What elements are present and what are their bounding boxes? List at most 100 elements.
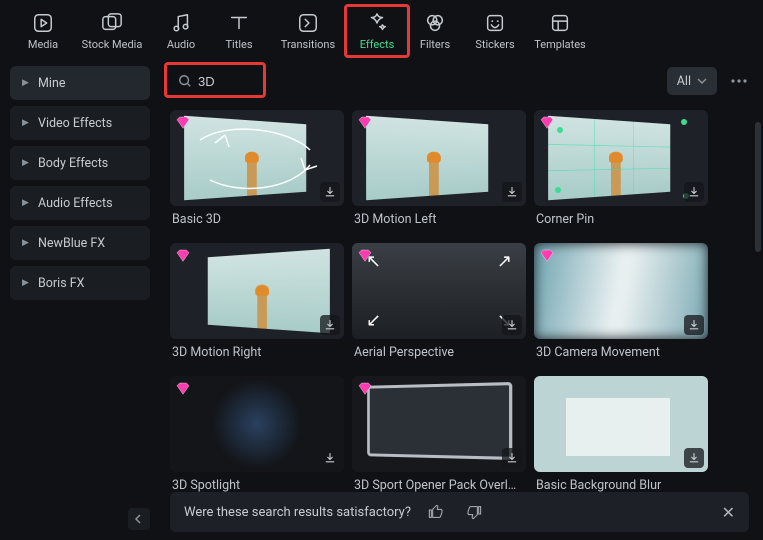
effect-card-corner-pin: Corner Pin — [534, 110, 708, 227]
sidebar-item-newblue-fx[interactable]: ▶ NewBlue FX — [10, 226, 150, 260]
transitions-icon — [297, 12, 319, 34]
effect-thumbnail[interactable] — [352, 376, 526, 472]
download-button[interactable] — [684, 448, 704, 468]
premium-gem-icon — [538, 247, 556, 265]
premium-gem-icon — [356, 380, 374, 398]
effect-card-basic-background-blur: Basic Background Blur — [534, 376, 708, 493]
premium-gem-icon — [174, 380, 192, 398]
effect-thumbnail[interactable]: ↖↗ ↙↘ — [352, 243, 526, 339]
effects-icon — [366, 12, 388, 34]
download-button[interactable] — [502, 448, 522, 468]
feedback-close-button[interactable]: ✕ — [722, 503, 735, 522]
premium-gem-icon — [356, 247, 374, 265]
effect-thumbnail[interactable] — [352, 110, 526, 206]
sidebar-item-body-effects[interactable]: ▶ Body Effects — [10, 146, 150, 180]
effect-title: Aerial Perspective — [352, 345, 526, 360]
nav-stickers[interactable]: Stickers — [464, 8, 526, 54]
filter-dropdown-label: All — [677, 74, 691, 89]
premium-gem-icon — [174, 114, 192, 132]
sidebar-item-label: Body Effects — [38, 156, 108, 171]
nav-templates[interactable]: Templates — [526, 8, 594, 54]
effect-title: 3D Motion Right — [170, 345, 344, 360]
nav-titles[interactable]: Titles — [210, 8, 268, 54]
nav-label: Transitions — [281, 38, 335, 51]
sidebar: ▶ Mine▶ Video Effects▶ Body Effects▶ Aud… — [0, 60, 160, 540]
search-field[interactable] — [170, 66, 262, 96]
effect-thumbnail[interactable] — [170, 243, 344, 339]
feedback-bar: Were these search results satisfactory? … — [170, 492, 749, 532]
collapse-sidebar-button[interactable] — [128, 508, 150, 530]
nav-label: Titles — [225, 38, 252, 51]
chevron-right-icon: ▶ — [22, 278, 28, 288]
download-button[interactable] — [502, 315, 522, 335]
chevron-right-icon: ▶ — [22, 198, 28, 208]
filters-icon — [424, 12, 446, 34]
nav-label: Media — [28, 38, 58, 51]
sidebar-item-boris-fx[interactable]: ▶ Boris FX — [10, 266, 150, 300]
nav-transitions[interactable]: Transitions — [268, 8, 348, 54]
nav-label: Audio — [167, 38, 195, 51]
nav-label: Stock Media — [82, 38, 143, 51]
effect-thumbnail[interactable] — [534, 376, 708, 472]
nav-media[interactable]: Media — [14, 8, 72, 54]
top-nav: Media Stock Media Audio Titles Transitio… — [0, 0, 763, 60]
sidebar-item-video-effects[interactable]: ▶ Video Effects — [10, 106, 150, 140]
effect-thumbnail[interactable] — [170, 376, 344, 472]
sidebar-item-label: Audio Effects — [38, 196, 113, 211]
effect-title: Basic 3D — [170, 212, 344, 227]
effect-title: 3D Sport Opener Pack Overl… — [352, 478, 526, 493]
main-panel: All Basic 3D 3D Motion Left — [160, 60, 763, 540]
effect-title: Basic Background Blur — [534, 478, 708, 493]
download-button[interactable] — [684, 315, 704, 335]
chevron-down-icon — [697, 76, 707, 86]
sidebar-item-label: Boris FX — [38, 276, 85, 291]
thumbs-down-button[interactable] — [461, 499, 487, 525]
filter-dropdown[interactable]: All — [667, 67, 717, 95]
premium-gem-icon — [538, 114, 556, 132]
feedback-prompt: Were these search results satisfactory? — [184, 505, 411, 520]
sidebar-item-mine[interactable]: ▶ Mine — [10, 66, 150, 100]
templates-icon — [549, 12, 571, 34]
download-button[interactable] — [320, 448, 340, 468]
effect-title: Corner Pin — [534, 212, 708, 227]
download-button[interactable] — [320, 315, 340, 335]
nav-label: Stickers — [475, 38, 514, 51]
nav-label: Templates — [534, 38, 585, 51]
effect-title: 3D Camera Movement — [534, 345, 708, 360]
chevron-right-icon: ▶ — [22, 238, 28, 248]
sidebar-item-label: Video Effects — [38, 116, 112, 131]
scrollbar-thumb[interactable] — [755, 122, 761, 252]
premium-gem-icon — [174, 247, 192, 265]
premium-gem-icon — [356, 114, 374, 132]
nav-label: Effects — [360, 38, 395, 51]
effect-card-3d-motion-left: 3D Motion Left — [352, 110, 526, 227]
effect-thumbnail[interactable] — [534, 243, 708, 339]
nav-effects[interactable]: Effects — [348, 8, 406, 54]
effect-thumbnail[interactable] — [534, 110, 708, 206]
effect-thumbnail[interactable] — [170, 110, 344, 206]
search-input[interactable] — [198, 74, 248, 89]
media-icon — [32, 12, 54, 34]
download-button[interactable] — [684, 182, 704, 202]
effect-card-3d-sport-opener-pack-overl-: 3D Sport Opener Pack Overl… — [352, 376, 526, 493]
stickers-icon — [484, 12, 506, 34]
chevron-right-icon: ▶ — [22, 158, 28, 168]
nav-filters[interactable]: Filters — [406, 8, 464, 54]
chevron-right-icon: ▶ — [22, 78, 28, 88]
more-button[interactable] — [725, 67, 753, 95]
sidebar-item-audio-effects[interactable]: ▶ Audio Effects — [10, 186, 150, 220]
thumbs-up-button[interactable] — [423, 499, 449, 525]
titles-icon — [228, 12, 250, 34]
effects-grid: Basic 3D 3D Motion Left Corner Pin 3D Mo… — [170, 110, 753, 493]
download-button[interactable] — [502, 182, 522, 202]
sidebar-item-label: Mine — [38, 76, 65, 91]
stock-icon — [101, 12, 123, 34]
nav-audio[interactable]: Audio — [152, 8, 210, 54]
sidebar-item-label: NewBlue FX — [38, 236, 105, 251]
download-button[interactable] — [320, 182, 340, 202]
search-icon — [178, 74, 192, 88]
effect-card-basic-3d: Basic 3D — [170, 110, 344, 227]
effect-card-3d-spotlight: 3D Spotlight — [170, 376, 344, 493]
effect-card-3d-motion-right: 3D Motion Right — [170, 243, 344, 360]
nav-stock[interactable]: Stock Media — [72, 8, 152, 54]
